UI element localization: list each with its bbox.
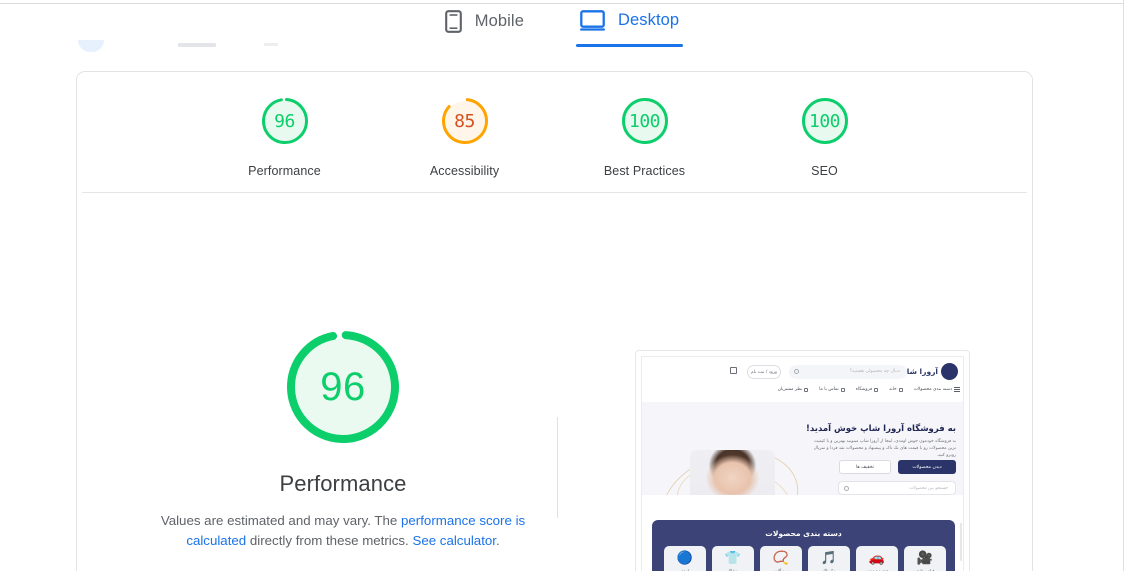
pagespeed-insights-report: Mobile Desktop 96 Performance 85 Accessi… [0,0,1124,571]
nav-item-home[interactable]: خانه [889,387,903,392]
nav-item-categories[interactable]: دسته بندی محصولات [914,387,960,392]
nav-label-reviews: نظر مشتریان [777,387,803,392]
car-icon: 🚗 [868,550,886,565]
hero-title: به فروشگاه آرورا شاپ خوش آمدید! [805,424,956,434]
gauge-best-practices-value: 100 [628,110,661,132]
mobile-phone-icon [444,10,462,33]
nav-label-home: خانه [889,387,897,392]
report-card: 96 Performance 85 Accessibility 100 Best… [76,71,1033,571]
desktop-monitor-icon [579,10,605,31]
tshirt-icon: 👕 [724,550,742,565]
shop-icon [874,387,879,392]
category-tile[interactable]: 📿 زیورآلات [760,546,802,571]
film-camera-icon: 🎥 [916,550,934,565]
hero-spacer [642,495,963,523]
site-header: آرورا شاپ دنبال چه محصولی هستید؟ ورود / … [642,357,963,402]
score-label-performance: Performance [248,164,321,178]
score-label-seo: SEO [811,164,838,178]
score-item-seo[interactable]: 100 SEO [765,96,885,178]
page-screenshot-thumbnail: آرورا شاپ دنبال چه محصولی هستید؟ ورود / … [635,350,970,571]
anime-face-icon: 🔵 [676,550,694,565]
performance-title: Performance [279,471,407,496]
search-icon [794,369,799,374]
cart-icon[interactable] [730,367,737,374]
score-summary-row: 96 Performance 85 Accessibility 100 Best… [77,72,1032,192]
gauge-accessibility-value: 85 [454,110,475,132]
performance-detail-section: 96 Performance Values are estimated and … [77,193,1032,571]
description-text-3: . [495,533,500,548]
nav-item-shop[interactable]: فروشگاه [855,387,879,392]
vertical-divider [557,417,558,518]
home-icon [898,387,903,392]
hero-secondary-button[interactable]: تخفیف ها [839,460,891,474]
hero-secondary-button-label: تخفیف ها [856,464,874,470]
tab-mobile[interactable]: Mobile [441,6,528,49]
score-label-best-practices: Best Practices [603,164,686,178]
site-hero-section: به فروشگاه آرورا شاپ خوش آمدید! به فروشگ… [642,402,963,570]
category-tile[interactable]: 🔵 انیمه [664,546,706,571]
hero-search-placeholder: جستجو بین محصولات [909,486,948,491]
category-tile[interactable]: 👕 پوشاک [712,546,754,571]
active-tab-indicator [575,44,684,47]
hero-primary-button[interactable]: دیدن محصولات [898,460,956,474]
category-tile[interactable]: 🎵 تیک تاک [808,546,850,571]
contact-icon [840,387,845,392]
hamburger-icon [954,387,960,392]
score-item-best-practices[interactable]: 100 Best Practices [585,96,705,178]
hero-primary-button-label: دیدن محصولات [912,464,942,470]
gauge-seo: 100 [800,96,850,146]
tab-mobile-label: Mobile [474,12,524,30]
gauge-accessibility: 85 [440,96,490,146]
score-item-performance[interactable]: 96 Performance [225,96,345,178]
gauge-performance-large: 96 [284,328,402,446]
nav-item-contact[interactable]: تماس با ما [819,387,845,392]
site-search-input[interactable]: دنبال چه محصولی هستید؟ [789,365,907,379]
necklace-icon: 📿 [772,550,790,565]
logo-badge-icon [941,363,958,380]
gauge-performance-value: 96 [274,110,295,132]
category-tile[interactable]: 🎥 فیلم برداری [904,546,946,571]
gauge-best-practices: 100 [620,96,670,146]
form-factor-tabs: Mobile Desktop [0,6,1124,52]
tab-desktop-label: Desktop [617,11,680,29]
nav-label-categories: دسته بندی محصولات [913,387,952,392]
hero-subtitle: به فروشگاه خودمون خوش اومدی، اینجا از آر… [813,439,956,458]
score-label-accessibility: Accessibility [429,164,500,178]
site-logo: آرورا شاپ [899,363,958,380]
gauge-seo-value: 100 [808,110,841,132]
performance-score-value: 96 [320,364,366,409]
hero-search-input[interactable]: جستجو بین محصولات [838,481,956,495]
category-tiles: 🎥 فیلم برداری 🚗 خودرو و موتور 🎵 تیک تاک [661,546,946,571]
thumbnail-viewport: آرورا شاپ دنبال چه محصولی هستید؟ ورود / … [641,356,964,571]
hero-search-icon [844,486,849,491]
nav-label-contact: تماس با ما [819,387,839,392]
site-login-label: ورود / ثبت نام [750,369,778,375]
top-divider [0,3,1124,4]
categories-section: دسته بندی محصولات 🎥 فیلم برداری 🚗 خودرو … [652,520,955,571]
description-text-1: Values are estimated and may vary. The [160,513,402,528]
nav-item-reviews[interactable]: نظر مشتریان [777,387,809,392]
see-calculator-link[interactable]: See calculator [412,533,496,548]
tab-desktop[interactable]: Desktop [575,6,684,47]
reviews-icon [804,387,809,392]
tiktok-icon: 🎵 [820,550,838,565]
site-login-button[interactable]: ورود / ثبت نام [747,365,781,379]
performance-description: Values are estimated and may vary. The p… [143,511,543,551]
nav-label-shop: فروشگاه [855,387,873,392]
site-search-placeholder: دنبال چه محصولی هستید؟ [849,369,900,374]
category-tile[interactable]: 🚗 خودرو و موتور [856,546,898,571]
categories-title: دسته بندی محصولات [765,529,842,538]
description-text-2: directly from these metrics. [246,533,413,548]
gauge-performance: 96 [260,96,310,146]
score-item-accessibility[interactable]: 85 Accessibility [405,96,525,178]
site-nav: دسته بندی محصولات خانه فروشگاه تماس با م… [658,385,960,394]
performance-gauge-block: 96 Performance Values are estimated and … [103,328,583,551]
